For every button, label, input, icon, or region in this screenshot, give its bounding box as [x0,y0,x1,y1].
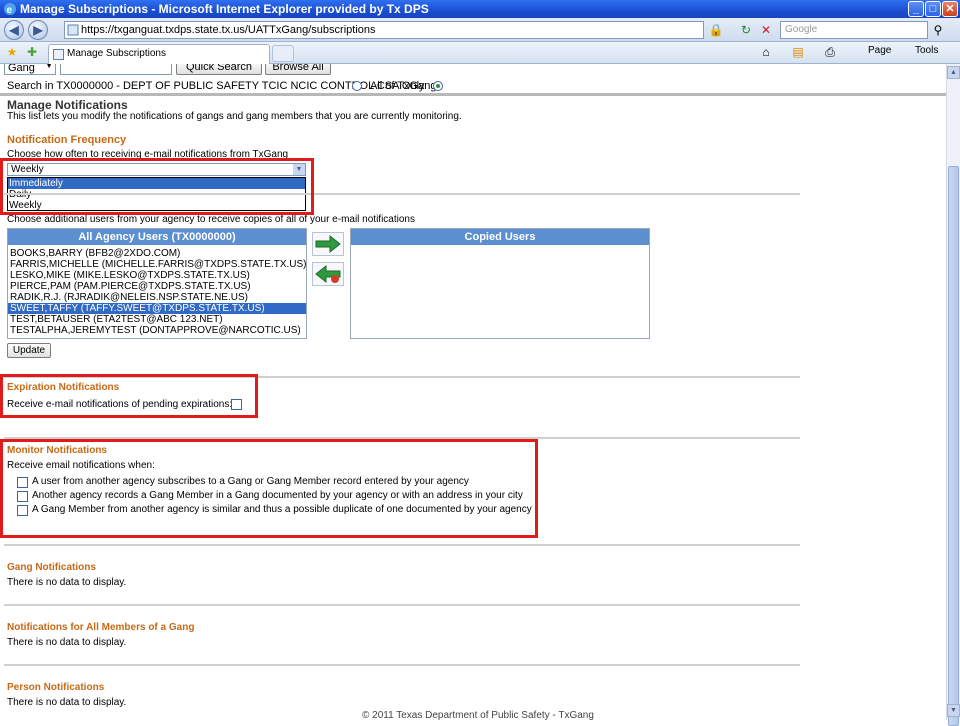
gang-heading: Gang Notifications [7,562,96,573]
frequency-highlight-box [0,158,314,215]
tab-page-icon [53,49,64,60]
scroll-down-icon[interactable]: ▼ [947,704,960,717]
quick-search-button[interactable]: Quick Search [176,64,262,75]
search-placeholder: Google [785,24,818,35]
minimize-button[interactable]: _ [908,1,924,17]
stop-icon[interactable]: ✕ [758,22,774,38]
scope-agency-radio[interactable] [352,81,362,91]
tab-label: Manage Subscriptions [67,48,166,59]
back-button[interactable]: ◀ [4,20,24,40]
chevron-down-icon: ▼ [45,64,53,70]
scope-all-radio[interactable] [433,81,443,91]
list-item[interactable]: BOOKS,BARRY (BFB2@2XDO.COM) [10,248,180,259]
search-icon[interactable]: ⚲ [930,22,946,38]
monitor-highlight-box [0,439,538,538]
maximize-button[interactable]: □ [925,1,941,17]
list-item[interactable]: PIERCE,PAM (PAM.PIERCE@TXDPS.STATE.TX.US… [10,281,251,292]
search-input[interactable] [60,64,172,75]
list-item[interactable]: LESKO,MIKE (MIKE.LESKO@TXDPS.STATE.TX.US… [10,270,250,281]
gang-empty: There is no data to display. [7,577,127,588]
page-favicon-icon [67,24,79,36]
arrow-right-icon [315,234,341,254]
forward-button[interactable]: ▶ [28,20,48,40]
add-favorite-icon[interactable]: ✚ [24,44,40,60]
ie-logo-icon: e [4,3,16,16]
window-title-bar: e Manage Subscriptions - Microsoft Inter… [0,0,960,18]
frequency-heading: Notification Frequency [7,134,127,146]
scroll-up-icon[interactable]: ▲ [947,66,960,79]
section-divider [4,544,800,546]
section-divider [4,664,800,666]
list-item[interactable]: TESTALPHA,JEREMYTEST (DONTAPPROVE@NARCOT… [10,325,301,336]
search-field[interactable]: Google [780,21,928,39]
person-empty: There is no data to display. [7,697,127,708]
page-title: Manage Notifications [7,98,128,112]
remove-copied-user-button[interactable] [312,262,344,286]
members-empty: There is no data to display. [7,637,127,648]
close-window-button[interactable]: ✕ [942,1,958,17]
section-divider [4,604,800,606]
agency-users-header: All Agency Users (TX0000000) [8,229,306,245]
scrollbar-thumb[interactable] [948,166,959,726]
address-field[interactable]: https://txganguat.txdps.state.tx.us/UATT… [64,21,704,39]
page-content: Gang ▼ Quick Search Browse All Search in… [0,64,946,720]
copies-label: Choose additional users from your agency… [7,214,415,225]
members-heading: Notifications for All Members of a Gang [7,622,195,633]
vertical-scrollbar[interactable]: ▲ ▼ [946,64,960,726]
list-item[interactable]: FARRIS,MICHELLE (MICHELLE.FARRIS@TXDPS.S… [10,259,307,270]
agency-users-list[interactable]: All Agency Users (TX0000000) BOOKS,BARRY… [7,228,307,339]
arrow-left-icon [315,264,341,284]
window-title: Manage Subscriptions - Microsoft Interne… [20,2,429,16]
feeds-icon[interactable]: ▤ [790,44,806,60]
home-icon[interactable]: ⌂ [758,44,774,60]
page-intro: This list lets you modify the notificati… [7,111,462,122]
print-icon[interactable]: ⎙ [822,44,838,60]
refresh-icon[interactable]: ↻ [738,22,754,38]
add-copied-user-button[interactable] [312,232,344,256]
page-menu[interactable]: Page [868,45,891,56]
update-button[interactable]: Update [7,343,51,358]
person-heading: Person Notifications [7,682,105,693]
address-bar-row: ◀ ▶ https://txganguat.txdps.state.tx.us/… [0,18,960,42]
list-item[interactable]: RADIK,R.J. (RJRADIK@NELEIS.NSP.STATE.NE.… [10,292,248,303]
favorites-star-icon[interactable]: ★ [4,44,20,60]
copied-users-header: Copied Users [351,229,649,245]
browse-all-button[interactable]: Browse All [265,64,331,75]
tab-bar: ★ ✚ Manage Subscriptions ⌂ ▤ ⎙ Page Tool… [0,42,960,64]
copied-users-list[interactable]: Copied Users [350,228,650,339]
header-divider [0,93,946,96]
new-tab-button[interactable] [272,45,294,62]
tab-manage-subscriptions[interactable]: Manage Subscriptions [48,44,270,64]
list-item-selected[interactable]: SWEET,TAFFY (TAFFY.SWEET@TXDPS.STATE.TX.… [8,303,306,314]
tools-menu[interactable]: Tools [915,45,938,56]
svg-text:e: e [7,5,13,16]
list-item[interactable]: TEST,BETAUSER (ETA2TEST@ABC 123.NET) [10,314,223,325]
lock-icon[interactable]: 🔒 [708,22,724,38]
footer-copyright: © 2011 Texas Department of Public Safety… [362,710,594,720]
scope-all-label: All of TxGang [370,80,437,92]
expiration-highlight-box [0,374,258,418]
url-text: https://txganguat.txdps.state.tx.us/UATT… [81,24,376,36]
search-type-select[interactable]: Gang ▼ [4,64,56,75]
